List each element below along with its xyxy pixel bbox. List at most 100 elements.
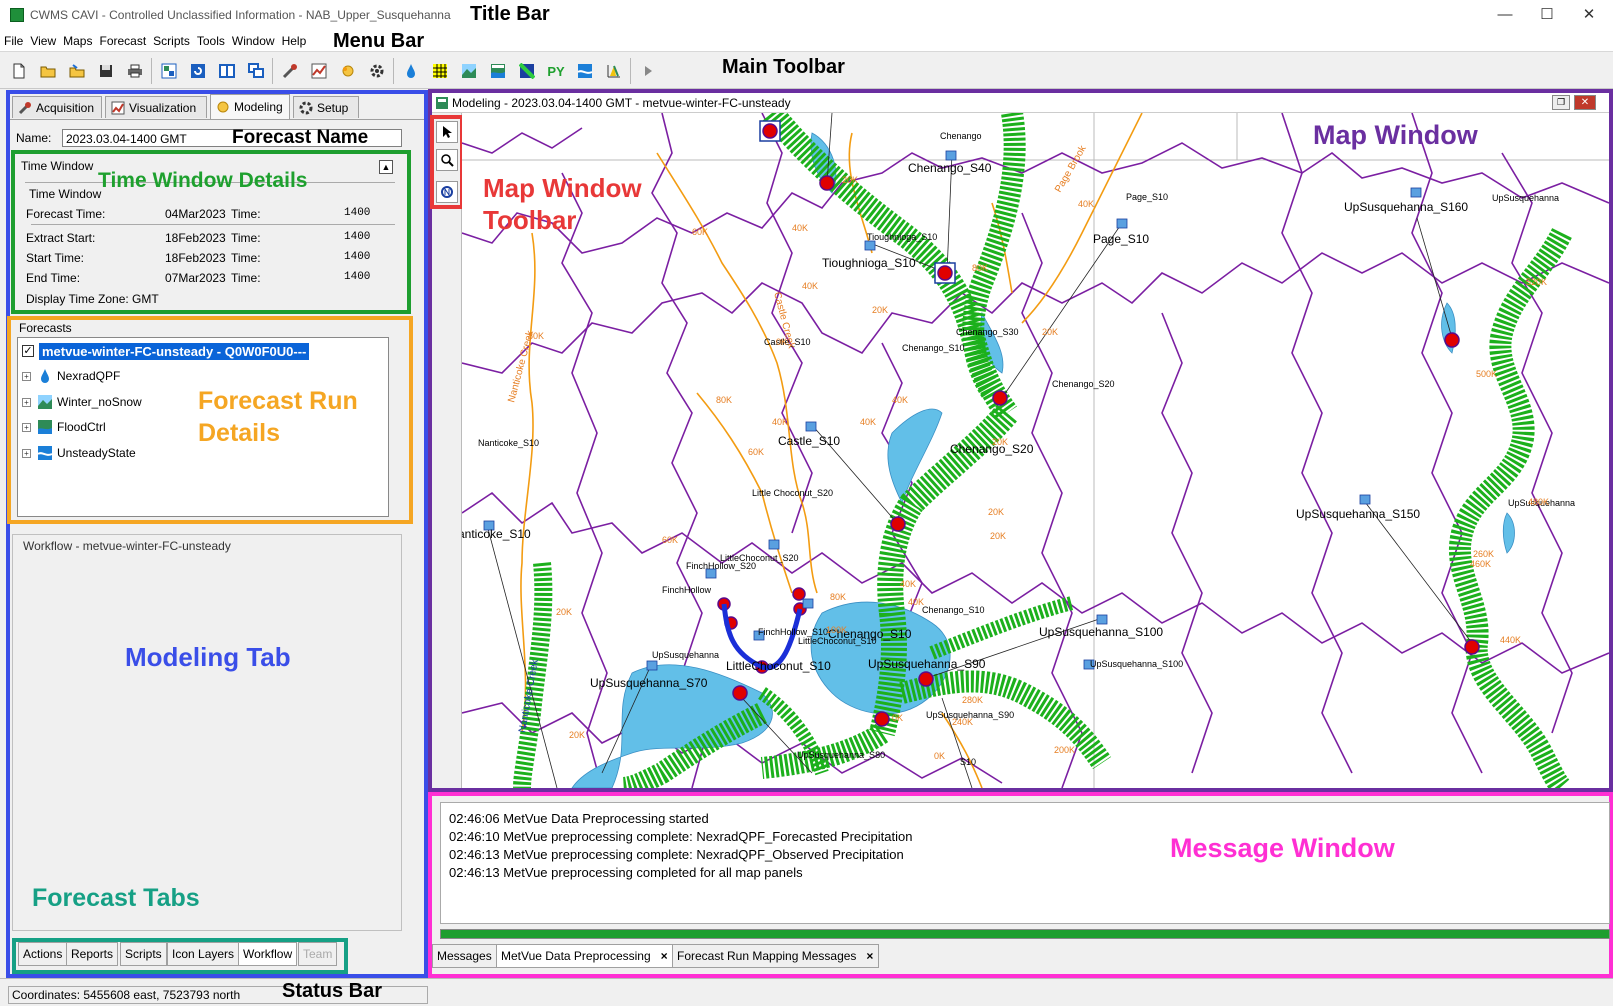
map-label: Tioughnioga_S10 (867, 232, 937, 242)
menu-window[interactable]: Window (228, 31, 278, 51)
map-window-icon (436, 97, 448, 109)
tab-messages[interactable]: Messages (432, 944, 497, 968)
play-icon[interactable] (637, 60, 659, 82)
tab-workflow[interactable]: Workflow (238, 942, 298, 966)
tab-modeling[interactable]: Modeling (210, 94, 290, 119)
acquisition-tool-icon[interactable] (279, 60, 301, 82)
extract-start-time-label: Time: (231, 231, 261, 245)
mile-label: 520K (1526, 277, 1547, 287)
tab-setup[interactable]: Setup (293, 96, 359, 118)
collapse-icon[interactable]: ▲ (379, 160, 393, 174)
extract-start-date[interactable]: 18Feb2023 (165, 231, 226, 245)
save-icon[interactable] (95, 60, 117, 82)
tab-scripts[interactable]: Scripts (120, 942, 167, 966)
start-time-date[interactable]: 18Feb2023 (165, 251, 226, 265)
water-model-icon[interactable] (574, 60, 596, 82)
grid-icon[interactable] (429, 60, 451, 82)
mile-label: 20K (990, 531, 1006, 541)
end-time-label: End Time: (26, 271, 81, 285)
select-arrow-icon[interactable] (436, 121, 458, 143)
menu-forecast[interactable]: Forecast (95, 31, 149, 51)
start-time-value[interactable]: 1400 (344, 251, 370, 263)
split-view-icon[interactable] (158, 60, 180, 82)
mile-label: 20K (872, 305, 888, 315)
minimize-button[interactable]: — (1490, 4, 1520, 26)
map-label: Nanticoke_S10 (478, 438, 539, 448)
tab-team[interactable]: Team (298, 942, 338, 966)
tab-acquisition[interactable]: Acquisition (12, 96, 102, 118)
close-tab-icon[interactable]: × (866, 945, 873, 967)
cascade-windows-icon[interactable] (245, 60, 267, 82)
expand-icon[interactable]: + (22, 422, 31, 432)
extract-start-time[interactable]: 1400 (344, 231, 370, 243)
maximize-button[interactable]: ☐ (1532, 4, 1562, 26)
tab-actions[interactable]: Actions (18, 942, 68, 966)
zoom-icon[interactable] (436, 149, 458, 171)
message-line: 02:46:13 MetVue preprocessing completed … (449, 865, 803, 880)
chart-icon[interactable] (603, 60, 625, 82)
landscape-icon[interactable] (458, 60, 480, 82)
mile-label: 100K (826, 625, 847, 635)
forecast-root-item[interactable]: ✓ metvue-winter-FC-unsteady - Q0W0F0U0--… (22, 341, 310, 361)
time-window-inner-title: Time Window (29, 187, 102, 201)
menu-file[interactable]: File (0, 31, 26, 51)
open-folder-icon[interactable] (37, 60, 59, 82)
precip-drop-icon[interactable] (400, 60, 422, 82)
new-file-icon[interactable] (8, 60, 30, 82)
mile-label: 20K (556, 607, 572, 617)
annotation-map-toolbar-1: Map Window (483, 173, 642, 203)
visualization-tool-icon[interactable] (308, 60, 330, 82)
inundation-icon[interactable] (516, 60, 538, 82)
tab-reports[interactable]: Reports (66, 942, 119, 966)
close-button[interactable]: ✕ (1574, 4, 1604, 26)
menu-view[interactable]: View (26, 31, 59, 51)
message-log[interactable]: 02:46:06 MetVue Data Preprocessing start… (440, 802, 1610, 924)
visualization-tool-icon (111, 101, 125, 114)
pan-icon[interactable] (436, 181, 458, 203)
watershed-map[interactable]: Chenango Chenango_S40 Page_S10 Page_S10 UpSu… (462, 113, 1609, 788)
workflow-title: Workflow - metvue-winter-FC-unsteady (23, 539, 231, 553)
expand-icon[interactable]: + (22, 371, 31, 381)
python-icon[interactable]: PY (545, 60, 567, 82)
map-close-icon[interactable]: ✕ (1574, 95, 1596, 110)
flood-map-icon (38, 420, 52, 434)
forecast-time-value[interactable]: 1400 (344, 207, 370, 219)
print-icon[interactable] (124, 60, 146, 82)
extract-start-label: Extract Start: (26, 231, 96, 245)
setup-tool-icon[interactable] (366, 60, 388, 82)
checkbox-icon[interactable]: ✓ (22, 345, 34, 357)
menu-maps[interactable]: Maps (59, 31, 95, 51)
mile-label: 80K (830, 592, 846, 602)
map-label: anticoke_S10 (462, 527, 531, 541)
modeling-tool-icon (217, 101, 229, 113)
modeling-tool-icon[interactable] (337, 60, 359, 82)
close-tab-icon[interactable]: × (661, 945, 668, 967)
tab-metvue-preprocessing[interactable]: MetVue Data Preprocessing × (496, 944, 674, 968)
tab-forecast-run-mapping[interactable]: Forecast Run Mapping Messages × (672, 944, 880, 968)
end-time-date[interactable]: 07Mar2023 (165, 271, 226, 285)
expand-icon[interactable]: + (22, 448, 31, 458)
open-watershed-icon[interactable] (66, 60, 88, 82)
menu-tools[interactable]: Tools (193, 31, 228, 51)
flood-map-icon[interactable] (487, 60, 509, 82)
map-label: Page_S10 (1093, 232, 1149, 246)
tab-icon-layers[interactable]: Icon Layers (167, 942, 240, 966)
status-bar: Coordinates: 5455608 east, 7523793 north… (0, 978, 1613, 1006)
unsteadystate-label: UnsteadyState (57, 446, 136, 460)
map-label: LittleChoconut_S10 (726, 659, 831, 673)
forecast-child-unsteadystate[interactable]: + UnsteadyState (22, 443, 136, 463)
tab-visualization[interactable]: Visualization (105, 96, 207, 118)
end-time-value[interactable]: 1400 (344, 271, 370, 283)
forecast-child-floodctrl[interactable]: + FloodCtrl (22, 417, 106, 437)
tile-windows-icon[interactable] (216, 60, 238, 82)
restore-icon[interactable]: ❐ (1552, 95, 1570, 110)
refresh-icon[interactable] (187, 60, 209, 82)
expand-icon[interactable]: + (22, 397, 31, 407)
forecast-child-winter-nosnow[interactable]: + Winter_noSnow (22, 392, 142, 412)
menu-help[interactable]: Help (278, 31, 310, 51)
forecast-child-nexradqpf[interactable]: + NexradQPF (22, 366, 120, 386)
map-window-title: Modeling - 2023.03.04-1400 GMT - metvue-… (452, 96, 791, 110)
map-area[interactable]: Chenango Chenango_S40 Page_S10 Page_S10 UpSu… (462, 113, 1609, 788)
forecast-time-date[interactable]: 04Mar2023 (165, 207, 226, 221)
menu-scripts[interactable]: Scripts (149, 31, 193, 51)
